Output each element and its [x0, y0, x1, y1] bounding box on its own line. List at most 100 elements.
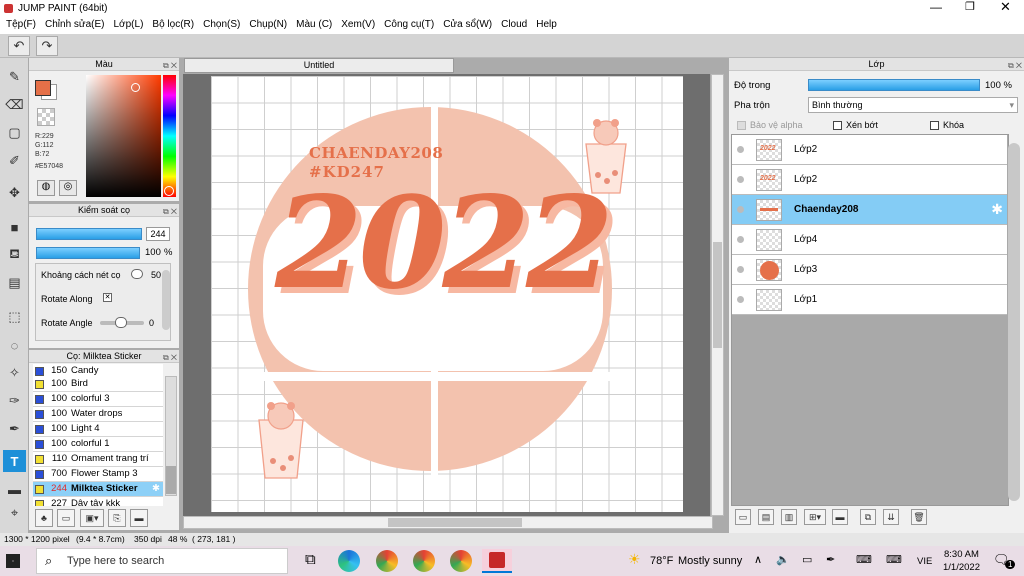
blend-mode-select[interactable]: Bình thường ▾ [808, 97, 1018, 113]
delete-layer-button[interactable]: 🗑 [911, 509, 927, 525]
start-button[interactable] [6, 554, 20, 568]
menu-file[interactable]: Tệp(F) [0, 17, 39, 30]
brush-size-slider[interactable] [36, 228, 142, 240]
layer-item[interactable]: 2022 Lớp2 [732, 135, 1007, 165]
menu-select[interactable]: Chọn(S) [197, 17, 243, 30]
layer-list-scrollbar[interactable] [1008, 143, 1020, 501]
layer-visibility-icon[interactable] [737, 296, 744, 303]
panel-controls-icon[interactable]: ⧉ ✕ [163, 59, 177, 72]
brush-add-group-button[interactable]: ♣ [35, 509, 53, 527]
bucket-tool-icon[interactable]: ⛾ [3, 244, 26, 266]
panel-controls-icon[interactable]: ⧉ ✕ [163, 351, 177, 364]
layer-opacity-slider[interactable] [808, 79, 980, 91]
lasso-tool-icon[interactable]: ◌ [3, 334, 26, 356]
brush-item[interactable]: 227 Dây tây kkk [33, 497, 163, 506]
layer-settings-icon[interactable]: ✱ [991, 201, 1003, 218]
pen-workspace-icon[interactable]: ✒ [826, 553, 835, 566]
menu-filter[interactable]: Bộ lọc(R) [146, 17, 197, 30]
panel-controls-icon[interactable]: ⧉ ✕ [163, 205, 177, 218]
close-button[interactable]: ✕ [1000, 0, 1011, 15]
brush-item[interactable]: 100 colorful 3 [33, 392, 163, 407]
protect-alpha-checkbox[interactable] [737, 121, 746, 130]
redo-button[interactable]: ↷ [36, 36, 58, 56]
maximize-button[interactable]: ❐ [965, 0, 975, 13]
menu-cloud[interactable]: Cloud [495, 17, 530, 30]
weather-icon[interactable]: ☀ [628, 551, 641, 568]
brush-new-button[interactable]: ▭ [57, 509, 75, 527]
brush-item[interactable]: 110 Ornament trang trí [33, 452, 163, 467]
brush-settings-icon[interactable]: ✱ [152, 482, 160, 496]
eyedropper-tool-icon[interactable]: ⌖ [3, 502, 26, 524]
undo-button[interactable]: ↶ [8, 36, 30, 56]
new-layer-button[interactable]: ▭ [735, 509, 751, 525]
layer-item[interactable]: Lớp3 [732, 255, 1007, 285]
volume-icon[interactable]: 🔈 [776, 553, 790, 566]
merge-layer-button[interactable]: ⇊ [883, 509, 899, 525]
select-rect-tool-icon[interactable]: ⬚ [3, 306, 26, 328]
chevron-up-icon[interactable]: ∧ [754, 553, 762, 566]
divider-tool-icon[interactable]: ▬ [3, 478, 26, 500]
menu-layer[interactable]: Lớp(L) [108, 17, 147, 30]
text-tool-icon[interactable]: T [3, 450, 26, 472]
canvas-vertical-scroll-thumb[interactable] [713, 242, 722, 348]
input-language[interactable]: VIE [917, 556, 932, 567]
clip-checkbox[interactable] [833, 121, 842, 130]
rotate-angle-handle[interactable] [115, 317, 127, 328]
task-view-icon[interactable]: ⧉ [305, 551, 316, 568]
menu-color[interactable]: Màu (C) [290, 17, 335, 30]
menu-view[interactable]: Xem(V) [335, 17, 378, 30]
gradient-tool-icon[interactable]: ▤ [3, 272, 26, 294]
menu-help[interactable]: Help [530, 17, 560, 30]
jump-paint-taskbar-icon[interactable] [482, 549, 512, 573]
foreground-color-swatch[interactable] [35, 80, 51, 96]
brush-tool-icon[interactable]: ✎ [3, 66, 26, 88]
taskbar-search-box[interactable]: ⌕ Type here to search [36, 548, 288, 574]
brush-opacity-slider[interactable] [36, 247, 140, 259]
add-layer-menu-button[interactable]: ⊞▾ [804, 509, 826, 525]
brush-item[interactable]: 700 Flower Stamp 3 [33, 467, 163, 482]
new-folder-button[interactable]: ▬ [832, 509, 848, 525]
palette-button[interactable]: ◍ [37, 180, 55, 196]
brush-size-value[interactable]: 244 [146, 227, 170, 241]
layer-visibility-icon[interactable] [737, 236, 744, 243]
chrome-profile-icon[interactable] [413, 550, 435, 572]
edge-icon[interactable] [338, 550, 360, 572]
canvas-horizontal-scroll-thumb[interactable] [388, 518, 522, 527]
brush-control-scrollbar[interactable] [162, 270, 170, 330]
panel-controls-icon[interactable]: ⧉ ✕ [1008, 59, 1022, 72]
brush-duplicate-button[interactable]: ▣▾ [80, 509, 104, 527]
color-picker-area[interactable] [86, 75, 161, 197]
rect-tool-icon[interactable]: ▢ [3, 122, 26, 144]
keyboard-icon[interactable]: ⌨ [856, 553, 872, 566]
menu-edit[interactable]: Chỉnh sửa(E) [39, 17, 108, 30]
eraser-tool-icon[interactable]: ⌫ [3, 94, 26, 116]
fill-rect-tool-icon[interactable]: ■ [3, 216, 26, 238]
rotate-along-checkbox[interactable]: ✕ [103, 293, 112, 302]
menu-window[interactable]: Cửa sổ(W) [437, 17, 495, 30]
menu-capture[interactable]: Chụp(N) [243, 17, 290, 30]
onscreen-keyboard-icon[interactable]: ⌨ [886, 553, 902, 566]
minimize-button[interactable]: — [930, 0, 942, 14]
select-pen-tool-icon[interactable]: ✑ [3, 390, 26, 412]
duplicate-layer-button[interactable]: ⧉ [860, 509, 876, 525]
chrome-icon[interactable] [376, 550, 398, 572]
layer-visibility-icon[interactable] [737, 266, 744, 273]
layer-item[interactable]: Lớp1 [732, 285, 1007, 315]
layer-item[interactable]: Lớp4 [732, 225, 1007, 255]
brush-import-button[interactable]: ⎘ [108, 509, 126, 527]
clock-date[interactable]: 1/1/2022 [943, 562, 980, 573]
layer-visibility-icon[interactable] [737, 146, 744, 153]
lock-checkbox[interactable] [930, 121, 939, 130]
magic-wand-tool-icon[interactable]: ✧ [3, 362, 26, 384]
select-eraser-tool-icon[interactable]: ✒ [3, 418, 26, 440]
layer-visibility-icon[interactable] [737, 176, 744, 183]
move-tool-icon[interactable]: ✥ [3, 182, 26, 204]
weather-desc[interactable]: Mostly sunny [678, 555, 742, 567]
brush-folder-button[interactable]: ▬ [130, 509, 148, 527]
clock-time[interactable]: 8:30 AM [944, 549, 979, 560]
palette-edit-button[interactable]: ◎ [59, 180, 77, 196]
new-layer-1bit-button[interactable]: ▥ [781, 509, 797, 525]
brush-item-selected[interactable]: 244 Milktea Sticker ✱ [33, 482, 163, 497]
new-layer-8bit-button[interactable]: ▤ [758, 509, 774, 525]
hue-slider[interactable] [163, 75, 176, 197]
